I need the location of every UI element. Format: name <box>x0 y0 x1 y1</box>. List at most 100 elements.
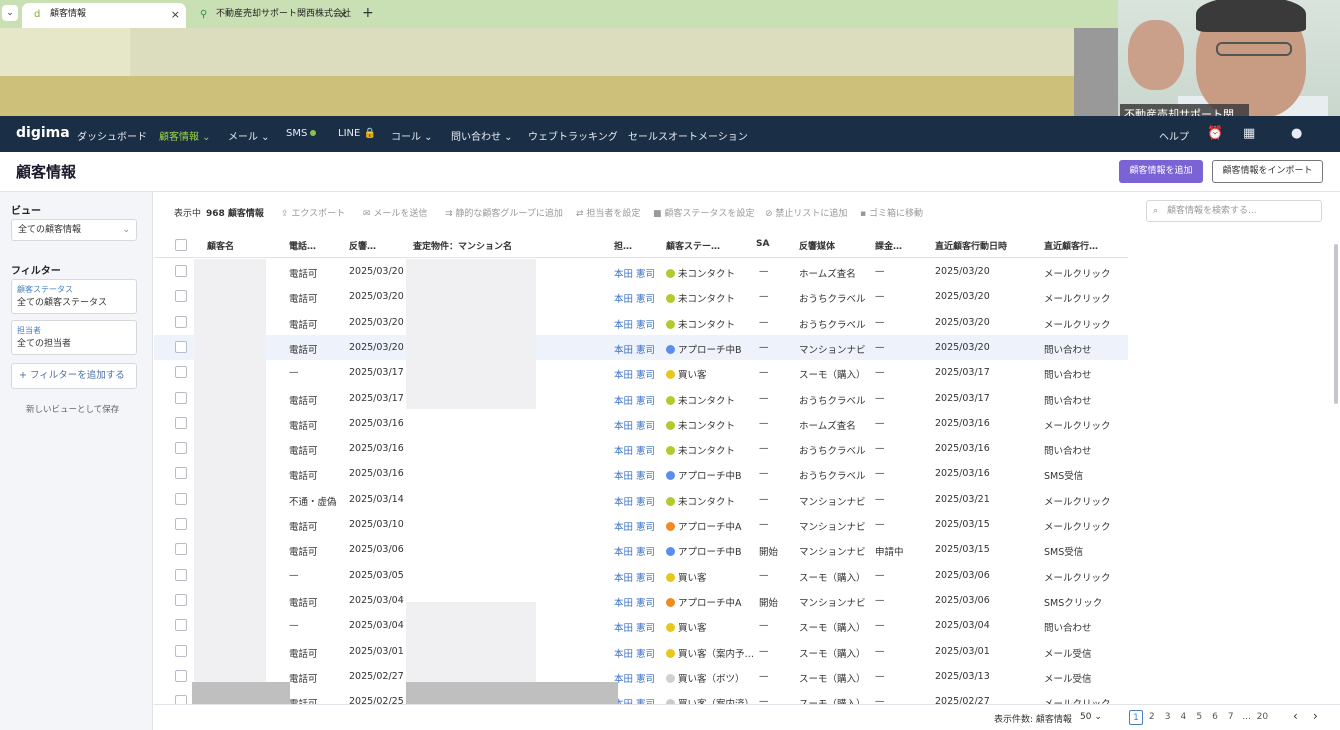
row-checkbox[interactable] <box>175 340 187 353</box>
table-row[interactable]: 電話可 2025/03/20 本田 憲司 未コンタクト — ホームズ査名 — 2025/03/… <box>154 259 1128 284</box>
save-view-link[interactable]: 新しいビューとして保存 <box>26 403 119 415</box>
nav-sales-automation[interactable]: セールスオートメーション <box>628 128 748 143</box>
cell-rep[interactable]: 本田 憲司 <box>614 620 655 634</box>
page-button[interactable]: 4 <box>1176 710 1190 725</box>
col-rep[interactable]: 担… <box>614 239 632 252</box>
cell-rep[interactable]: 本田 憲司 <box>614 519 655 533</box>
close-tab-icon[interactable]: × <box>171 3 180 26</box>
row-checkbox[interactable] <box>175 518 187 530</box>
trash-action[interactable]: ▪ ゴミ箱に移動 <box>860 206 923 219</box>
cell-rep[interactable]: 本田 憲司 <box>614 646 655 660</box>
import-customers-button[interactable]: 顧客情報をインポート <box>1212 160 1323 183</box>
row-checkbox[interactable] <box>175 619 187 632</box>
row-checkbox[interactable] <box>175 442 187 455</box>
page-button[interactable]: 6 <box>1208 710 1222 725</box>
nav-web-tracking[interactable]: ウェブトラッキング <box>528 128 618 143</box>
next-page-button[interactable]: › <box>1313 709 1318 723</box>
row-checkbox[interactable] <box>175 593 187 606</box>
row-checkbox[interactable] <box>175 366 187 379</box>
page-button[interactable]: 5 <box>1192 710 1206 725</box>
view-select[interactable]: 全ての顧客情報 ⌄ <box>11 219 137 241</box>
cell-rep[interactable]: 本田 憲司 <box>614 291 655 305</box>
table-row[interactable]: — 2025/03/05 本田 憲司 買い客 — スーモ（購入） — 2025/03/06 メー… <box>154 563 1128 588</box>
cell-rep[interactable]: 本田 憲司 <box>614 393 655 407</box>
nav-dashboard[interactable]: ダッシュボード <box>77 128 147 143</box>
add-group-action[interactable]: ⇉ 静的な顧客グループに追加 <box>445 206 563 219</box>
table-row[interactable]: 電話可 2025/03/04 本田 憲司 アプローチ中A 開始 マンションナビ — 2025/… <box>154 588 1128 613</box>
row-checkbox[interactable] <box>175 492 187 505</box>
table-row[interactable]: 電話可 2025/03/10 本田 憲司 アプローチ中A — マンションナビ — 2025/0… <box>154 512 1128 537</box>
col-response-date[interactable]: 反響… <box>349 239 376 252</box>
row-checkbox[interactable] <box>175 290 187 303</box>
table-row[interactable]: 電話可 2025/03/16 本田 憲司 未コンタクト — おうちクラベル — 2025/03… <box>154 436 1128 461</box>
row-checkbox[interactable] <box>175 695 187 704</box>
row-checkbox[interactable] <box>175 467 187 480</box>
app-logo[interactable]: digima <box>16 125 70 141</box>
row-checkbox[interactable] <box>175 644 187 657</box>
alarm-icon[interactable]: ⏰ <box>1207 126 1223 141</box>
export-action[interactable]: ⇪ エクスポート <box>281 206 345 219</box>
col-sa[interactable]: SA <box>756 239 769 249</box>
apps-grid-icon[interactable]: ▦ <box>1243 126 1255 141</box>
page-button[interactable]: 3 <box>1161 710 1175 725</box>
set-status-action[interactable]: ■ 顧客ステータスを設定 <box>653 206 754 219</box>
per-page-select[interactable]: 50 ⌄ <box>1080 712 1102 722</box>
cell-rep[interactable]: 本田 憲司 <box>614 443 655 457</box>
search-input[interactable]: ⌕ 顧客情報を検索する... <box>1146 200 1322 222</box>
row-checkbox[interactable] <box>175 315 187 328</box>
table-row[interactable]: 電話可 2025/02/27 本田 憲司 買い客（ボツ） — スーモ（購入） — 2025/0… <box>154 664 1128 689</box>
filter-customer-status[interactable]: 顧客ステータス 全ての顧客ステータス <box>11 279 137 314</box>
cell-rep[interactable]: 本田 憲司 <box>614 696 655 704</box>
col-media[interactable]: 反響媒体 <box>799 239 835 252</box>
select-all-checkbox[interactable] <box>175 239 187 251</box>
cell-rep[interactable]: 本田 憲司 <box>614 468 655 482</box>
prev-page-button[interactable]: ‹ <box>1293 709 1298 723</box>
table-row[interactable]: — 2025/03/17 本田 憲司 買い客 — スーモ（購入） — 2025/03/17 問い… <box>154 360 1128 385</box>
nav-help[interactable]: ヘルプ <box>1159 128 1189 143</box>
table-row[interactable]: 電話可 2025/03/16 本田 憲司 アプローチ中B — おうちクラベル — 2025/0… <box>154 461 1128 486</box>
cell-rep[interactable]: 本田 憲司 <box>614 317 655 331</box>
table-row[interactable]: 不通・虚偽 2025/03/14 本田 憲司 未コンタクト — マンションナビ — 2025/… <box>154 487 1128 512</box>
new-tab-button[interactable]: + <box>362 4 374 22</box>
nav-line[interactable]: LINE 🔒 <box>338 128 376 139</box>
block-list-action[interactable]: ⊘ 禁止リストに追加 <box>765 206 847 219</box>
add-filter-button[interactable]: + フィルターを追加する <box>11 363 137 389</box>
browser-tab-customer[interactable]: d 顧客情報 × <box>22 3 186 28</box>
col-phone[interactable]: 電話… <box>289 239 316 252</box>
page-button[interactable]: 2 <box>1145 710 1159 725</box>
col-last-action[interactable]: 直近顧客行… <box>1044 239 1098 252</box>
col-last-action-date[interactable]: 直近顧客行動日時 <box>935 239 1007 252</box>
page-button[interactable]: 1 <box>1129 710 1143 725</box>
table-row[interactable]: 電話可 2025/03/01 本田 憲司 買い客（案内予… — スーモ（購入） — 2025/… <box>154 639 1128 664</box>
table-row[interactable]: — 2025/03/04 本田 憲司 買い客 — スーモ（購入） — 2025/03/04 問い… <box>154 613 1128 638</box>
table-row[interactable]: 電話可 2025/03/20 本田 憲司 未コンタクト — おうちクラベル — 2025/03… <box>154 310 1128 335</box>
cell-rep[interactable]: 本田 憲司 <box>614 342 655 356</box>
cell-rep[interactable]: 本田 憲司 <box>614 367 655 381</box>
cell-rep[interactable]: 本田 憲司 <box>614 671 655 685</box>
send-mail-action[interactable]: ✉ メールを送信 <box>363 206 427 219</box>
cell-rep[interactable]: 本田 憲司 <box>614 595 655 609</box>
row-checkbox[interactable] <box>175 543 187 556</box>
nav-sms[interactable]: SMS <box>286 128 317 139</box>
col-property[interactable]: 査定物件：マンション名 <box>413 239 512 252</box>
table-row[interactable]: 電話可 2025/02/25 本田 憲司 買い客（案内済） — スーモ（購入） — 2025/… <box>154 689 1128 704</box>
cell-rep[interactable]: 本田 憲司 <box>614 570 655 584</box>
nav-mail[interactable]: メール ⌄ <box>228 128 270 143</box>
row-checkbox[interactable] <box>175 391 187 404</box>
page-button[interactable]: 7 <box>1224 710 1238 725</box>
row-checkbox[interactable] <box>175 416 187 429</box>
page-button[interactable]: 20 <box>1255 710 1269 725</box>
table-row[interactable]: 電話可 2025/03/17 本田 憲司 未コンタクト — おうちクラベル — 2025/03… <box>154 386 1128 411</box>
row-checkbox[interactable] <box>175 568 187 581</box>
cell-rep[interactable]: 本田 憲司 <box>614 266 655 280</box>
nav-customers[interactable]: 顧客情報 ⌄ <box>159 128 211 143</box>
vertical-scrollbar[interactable] <box>1334 244 1338 404</box>
add-customer-button[interactable]: 顧客情報を追加 <box>1119 160 1203 183</box>
set-assignee-action[interactable]: ⇄ 担当者を設定 <box>576 206 640 219</box>
row-checkbox[interactable] <box>175 669 187 682</box>
browser-tab-company[interactable]: ⚲ 不動産売却サポート関西株式会社 × <box>188 3 354 28</box>
row-checkbox[interactable] <box>175 265 187 277</box>
tab-list-chevron-down-icon[interactable]: ⌄ <box>2 5 18 21</box>
col-billing[interactable]: 課金… <box>875 239 902 252</box>
table-row[interactable]: 電話可 2025/03/16 本田 憲司 未コンタクト — ホームズ査名 — 2025/03/… <box>154 411 1128 436</box>
